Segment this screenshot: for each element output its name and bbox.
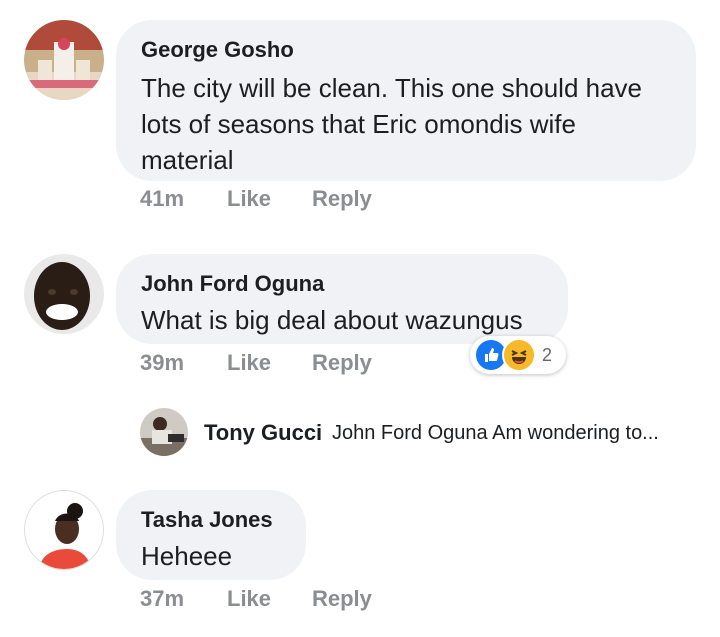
like-button[interactable]: Like [227,350,271,376]
comment-actions: 37m Like Reply [0,586,720,616]
comment-author[interactable]: George Gosho [141,36,670,64]
comment-timestamp[interactable]: 41m [140,186,184,212]
comment-text-line: lots of seasons that Eric omondis wife [141,109,576,139]
comment-bubble: George Gosho The city will be clean. Thi… [116,20,696,181]
comment-author[interactable]: John Ford Oguna [141,270,542,298]
comment-bubble: Tasha Jones Heheee [116,490,306,580]
reply-preview[interactable]: Tony Gucci John Ford Oguna Am wondering … [140,408,720,458]
comment-timestamp[interactable]: 37m [140,586,184,612]
reply-button[interactable]: Reply [312,350,372,376]
avatar[interactable] [24,254,104,334]
wedding-cake-icon [24,20,104,100]
man-sitting-icon [140,408,188,456]
comment-text-line: The city will be clean. This one should … [141,73,643,103]
comment-text-line: What is big deal about wazungus [141,305,523,335]
comment-text-line: Heheee [141,541,233,571]
comment-bubble: John Ford Oguna What is big deal about w… [116,254,568,344]
woman-portrait-icon [25,491,103,569]
reply-text: John Ford Oguna Am wondering to... [332,422,659,444]
smiling-man-icon [24,254,104,334]
like-button[interactable]: Like [227,186,271,212]
avatar[interactable] [24,20,104,100]
reply-button[interactable]: Reply [312,186,372,212]
comment-timestamp[interactable]: 39m [140,350,184,376]
comment-actions: 39m Like Reply [0,350,720,380]
comment-text-line: material [141,145,234,175]
avatar[interactable] [140,408,188,456]
comment-author[interactable]: Tasha Jones [141,506,280,534]
comment-actions: 41m Like Reply [0,186,720,216]
reply-author[interactable]: Tony Gucci [204,420,322,446]
reply-button[interactable]: Reply [312,586,372,612]
like-button[interactable]: Like [227,586,271,612]
avatar[interactable] [24,490,104,570]
